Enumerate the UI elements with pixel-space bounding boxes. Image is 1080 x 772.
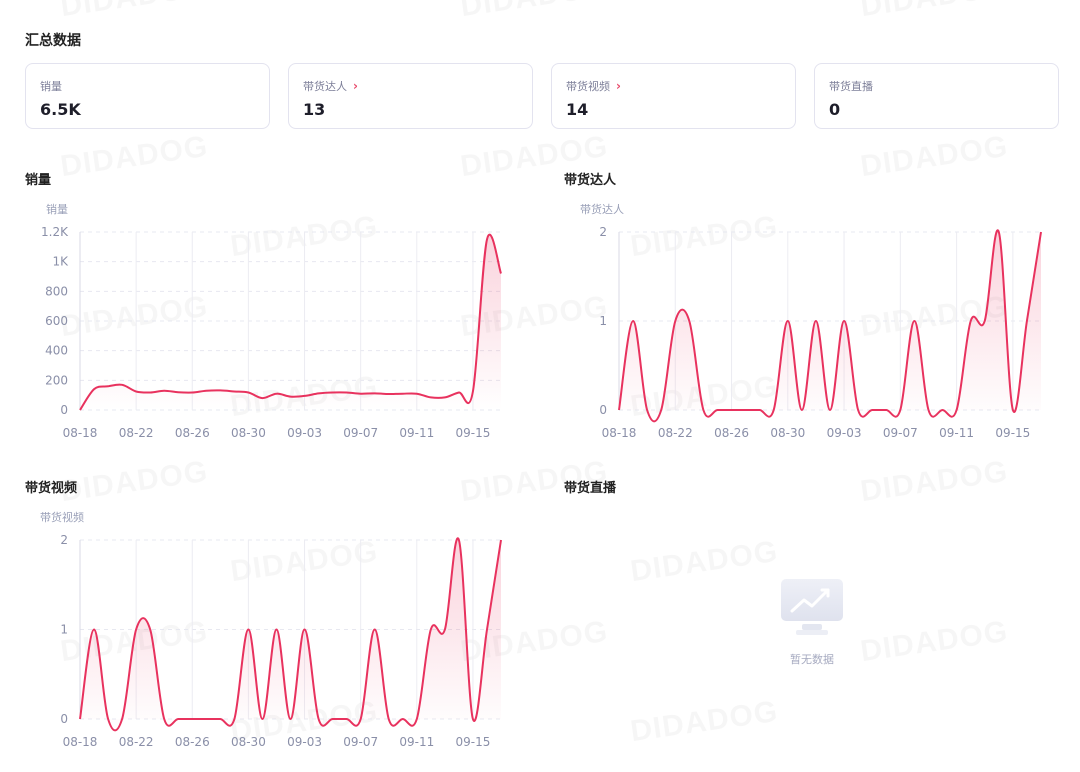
x-tick-label: 09-07 <box>343 735 378 749</box>
y-axis-name: 带货视频 <box>40 510 84 524</box>
y-tick-label: 1.2K <box>41 225 69 239</box>
x-tick-label: 09-15 <box>455 426 490 440</box>
x-tick-label: 09-07 <box>883 426 918 440</box>
series-area <box>619 230 1041 422</box>
x-tick-label: 08-30 <box>770 426 805 440</box>
chart-influencers-group: 带货达人 0 1 2 08-18 08-22 08-26 08-30 09-03 09-07 09-… <box>580 202 1042 440</box>
chart-videos-group: 带货视频 0 1 2 08-18 08-22 08-26 08-30 09-03 09-07 09-… <box>40 510 502 749</box>
x-tick-label: 08-30 <box>231 735 266 749</box>
x-tick-label: 09-11 <box>939 426 974 440</box>
x-tick-label: 08-22 <box>658 426 693 440</box>
y-tick-label: 2 <box>599 225 607 239</box>
y-tick-label: 1 <box>60 623 68 637</box>
chart-sales: 销量02004006008001K1.2K08-18 08-22 08-26 08-3… <box>40 202 1042 749</box>
y-tick-label: 1K <box>52 255 69 269</box>
x-tick-label: 08-18 <box>602 426 637 440</box>
x-tick-label: 09-11 <box>399 735 434 749</box>
y-tick-label: 200 <box>45 373 68 387</box>
y-tick-label: 600 <box>45 314 68 328</box>
y-tick-label: 800 <box>45 284 68 298</box>
x-tick-label: 09-11 <box>399 426 434 440</box>
empty-state-text: 暂无数据 <box>790 653 834 666</box>
y-tick-label: 400 <box>45 344 68 358</box>
x-tick-label: 09-15 <box>995 426 1030 440</box>
x-tick-label: 09-15 <box>455 735 490 749</box>
y-tick-label: 1 <box>599 314 607 328</box>
x-tick-label: 08-18 <box>63 426 98 440</box>
y-tick-label: 0 <box>60 403 68 417</box>
empty-state <box>780 578 844 640</box>
x-tick-label: 09-07 <box>343 426 378 440</box>
x-tick-label: 08-30 <box>231 426 266 440</box>
series-area <box>80 234 501 410</box>
x-tick-label: 08-26 <box>175 735 210 749</box>
x-tick-label: 08-26 <box>714 426 749 440</box>
y-tick-label: 0 <box>60 712 68 726</box>
x-tick-label: 08-22 <box>119 426 154 440</box>
x-tick-label: 09-03 <box>287 426 322 440</box>
y-axis-name: 带货达人 <box>580 202 624 216</box>
monitor-chart-icon <box>781 579 843 635</box>
x-tick-label: 09-03 <box>287 735 322 749</box>
chart-sales-group: 销量 0 200 400 600 800 1K 1.2K 08-18 08-22 08-26 08-3… <box>41 202 502 440</box>
y-axis-name: 销量 <box>46 202 68 216</box>
series-area <box>80 538 501 731</box>
dashboard: 汇总数据 销量 6.5K 带货达人 › 13 带货视频 › 14 带货直播 0 销量… <box>0 0 1080 772</box>
x-tick-label: 08-18 <box>63 735 98 749</box>
x-tick-label: 09-03 <box>827 426 862 440</box>
y-tick-label: 0 <box>599 403 607 417</box>
x-tick-label: 08-26 <box>175 426 210 440</box>
series-line <box>79 233 502 411</box>
y-tick-label: 2 <box>60 533 68 547</box>
x-tick-label: 08-22 <box>119 735 154 749</box>
